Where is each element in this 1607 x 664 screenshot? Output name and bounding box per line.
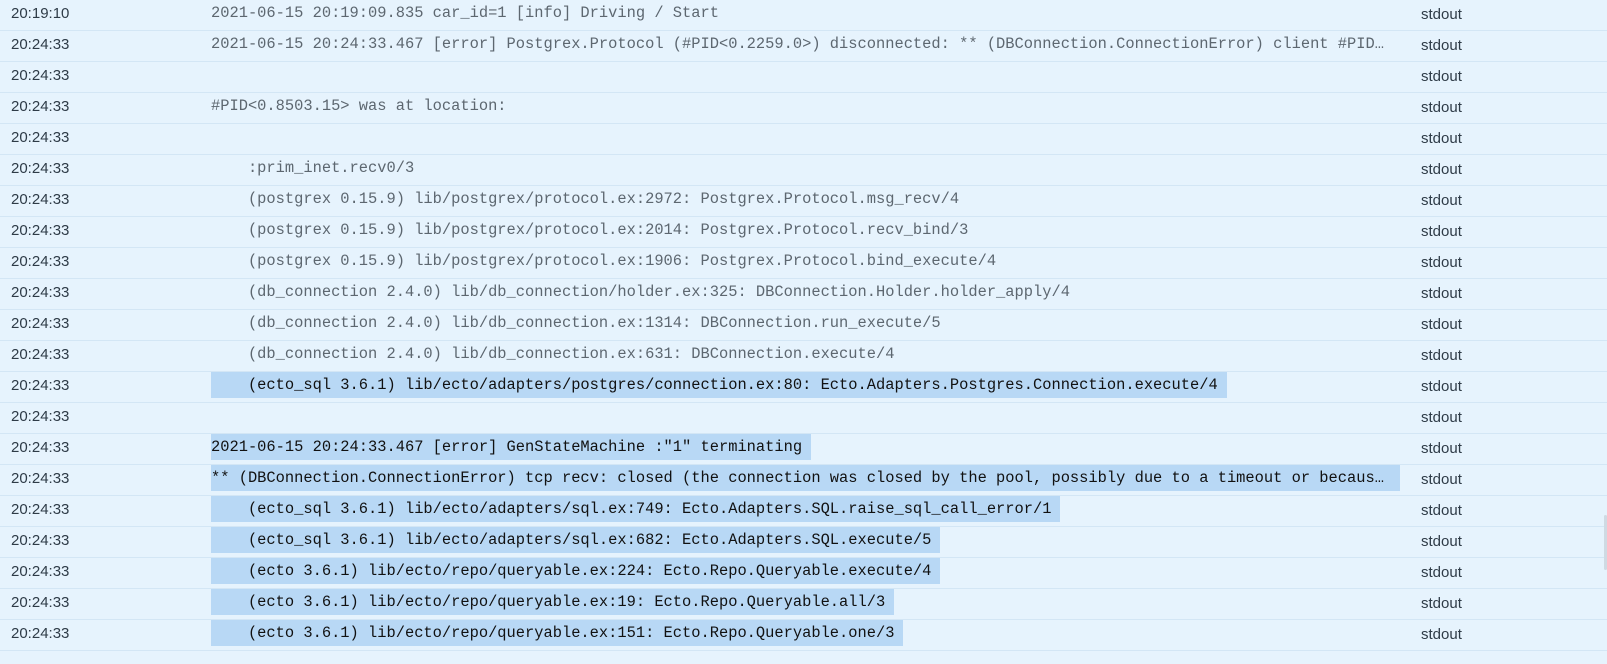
log-timestamp: 20:24:33 xyxy=(11,501,70,518)
log-timestamp: 20:24:33 xyxy=(11,253,70,270)
log-message[interactable]: (db_connection 2.4.0) lib/db_connection/… xyxy=(211,279,1070,305)
log-rows: 20:19:10 2021-06-15 20:19:09.835 car_id=1… xyxy=(0,0,1607,664)
log-row[interactable]: 20:24:33 (postgrex 0.15.9) lib/postgrex/… xyxy=(0,186,1607,217)
log-source: stdout xyxy=(1421,68,1462,85)
log-source: stdout xyxy=(1421,192,1462,209)
log-message[interactable]: (db_connection 2.4.0) lib/db_connection.… xyxy=(211,341,895,367)
log-timestamp: 20:24:33 xyxy=(11,377,70,394)
log-source: stdout xyxy=(1421,285,1462,302)
log-row[interactable]: 20:24:33 (db_connection 2.4.0) lib/db_co… xyxy=(0,279,1607,310)
log-timestamp: 20:24:33 xyxy=(11,222,70,239)
log-source: stdout xyxy=(1421,409,1462,426)
log-timestamp: 20:24:33 xyxy=(11,625,70,642)
log-source: stdout xyxy=(1421,471,1462,488)
log-row[interactable]: 20:24:33 (ecto_sql 3.6.1) lib/ecto/adapt… xyxy=(0,527,1607,558)
log-message[interactable]: (ecto_sql 3.6.1) lib/ecto/adapters/postg… xyxy=(211,372,1227,398)
log-row[interactable]: 20:24:33 stdout xyxy=(0,62,1607,93)
log-row[interactable]: 20:24:33 :prim_inet.recv0/3 stdout xyxy=(0,155,1607,186)
log-message[interactable]: (ecto 3.6.1) lib/ecto/repo/queryable.ex:… xyxy=(211,589,895,615)
log-timestamp: 20:24:33 xyxy=(11,284,70,301)
log-message[interactable]: (postgrex 0.15.9) lib/postgrex/protocol.… xyxy=(211,248,996,274)
log-message[interactable]: (ecto_sql 3.6.1) lib/ecto/adapters/sql.e… xyxy=(211,527,941,553)
log-message[interactable]: #PID<0.8503.15> was at location: xyxy=(211,93,507,119)
log-source: stdout xyxy=(1421,440,1462,457)
log-timestamp: 20:24:33 xyxy=(11,594,70,611)
log-timestamp: 20:24:33 xyxy=(11,67,70,84)
log-row[interactable]: 20:24:33 (ecto 3.6.1) lib/ecto/repo/quer… xyxy=(0,558,1607,589)
log-row[interactable]: 20:24:33 (ecto 3.6.1) lib/ecto/repo/quer… xyxy=(0,589,1607,620)
log-message[interactable]: (ecto 3.6.1) lib/ecto/repo/queryable.ex:… xyxy=(211,558,941,584)
log-row[interactable]: 20:24:33 ** (DBConnection.ConnectionError… xyxy=(0,465,1607,496)
log-row[interactable]: 20:24:33 2021-06-15 20:24:33.467 [error] … xyxy=(0,31,1607,62)
log-timestamp: 20:24:33 xyxy=(11,36,70,53)
log-row[interactable]: 20:24:33 (ecto 3.6.1) lib/ecto/repo/quer… xyxy=(0,620,1607,651)
log-message[interactable]: :prim_inet.recv0/3 xyxy=(211,155,414,181)
log-row[interactable]: 20:24:33 (postgrex 0.15.9) lib/postgrex/… xyxy=(0,217,1607,248)
log-source: stdout xyxy=(1421,37,1462,54)
log-message[interactable]: (db_connection 2.4.0) lib/db_connection.… xyxy=(211,310,941,336)
log-timestamp: 20:19:10 xyxy=(11,5,70,22)
log-row[interactable]: 20:24:33 (postgrex 0.15.9) lib/postgrex/… xyxy=(0,248,1607,279)
log-source: stdout xyxy=(1421,161,1462,178)
log-message[interactable]: (postgrex 0.15.9) lib/postgrex/protocol.… xyxy=(211,186,959,212)
log-source: stdout xyxy=(1421,378,1462,395)
log-message[interactable]: 2021-06-15 20:19:09.835 car_id=1 [info] … xyxy=(211,0,719,26)
log-source: stdout xyxy=(1421,595,1462,612)
log-source: stdout xyxy=(1421,626,1462,643)
log-source: stdout xyxy=(1421,564,1462,581)
log-source: stdout xyxy=(1421,316,1462,333)
log-timestamp: 20:24:33 xyxy=(11,470,70,487)
log-viewer[interactable]: 20:19:10 2021-06-15 20:19:09.835 car_id=1… xyxy=(0,0,1607,664)
log-row[interactable]: 20:24:33 #PID<0.8503.15> was at location:… xyxy=(0,93,1607,124)
log-timestamp: 20:24:33 xyxy=(11,563,70,580)
log-row[interactable]: 20:24:33 (ecto_sql 3.6.1) lib/ecto/adapt… xyxy=(0,372,1607,403)
log-row[interactable]: 20:24:33 stdout xyxy=(0,124,1607,155)
log-message[interactable]: (ecto_sql 3.6.1) lib/ecto/adapters/sql.e… xyxy=(211,496,1061,522)
log-row[interactable] xyxy=(0,651,1607,664)
log-row[interactable]: 20:24:33 (db_connection 2.4.0) lib/db_co… xyxy=(0,341,1607,372)
log-timestamp: 20:24:33 xyxy=(11,532,70,549)
log-row[interactable]: 20:24:33 2021-06-15 20:24:33.467 [error] … xyxy=(0,434,1607,465)
log-timestamp: 20:24:33 xyxy=(11,160,70,177)
log-source: stdout xyxy=(1421,254,1462,271)
log-timestamp: 20:24:33 xyxy=(11,98,70,115)
log-message[interactable]: 2021-06-15 20:24:33.467 [error] GenState… xyxy=(211,434,812,460)
log-row[interactable]: 20:24:33 stdout xyxy=(0,403,1607,434)
log-source: stdout xyxy=(1421,223,1462,240)
log-timestamp: 20:24:33 xyxy=(11,408,70,425)
log-message[interactable]: ** (DBConnection.ConnectionError) tcp re… xyxy=(211,465,1400,491)
log-timestamp: 20:24:33 xyxy=(11,191,70,208)
log-row[interactable]: 20:24:33 (db_connection 2.4.0) lib/db_co… xyxy=(0,310,1607,341)
log-source: stdout xyxy=(1421,502,1462,519)
log-source: stdout xyxy=(1421,130,1462,147)
log-message[interactable]: (postgrex 0.15.9) lib/postgrex/protocol.… xyxy=(211,217,968,243)
log-source: stdout xyxy=(1421,99,1462,116)
log-source: stdout xyxy=(1421,533,1462,550)
log-timestamp: 20:24:33 xyxy=(11,129,70,146)
log-row[interactable]: 20:24:33 (ecto_sql 3.6.1) lib/ecto/adapt… xyxy=(0,496,1607,527)
log-source: stdout xyxy=(1421,347,1462,364)
log-timestamp: 20:24:33 xyxy=(11,346,70,363)
log-timestamp: 20:24:33 xyxy=(11,439,70,456)
log-timestamp: 20:24:33 xyxy=(11,315,70,332)
log-message[interactable]: (ecto 3.6.1) lib/ecto/repo/queryable.ex:… xyxy=(211,620,904,646)
log-row[interactable]: 20:19:10 2021-06-15 20:19:09.835 car_id=1… xyxy=(0,0,1607,31)
log-message[interactable]: 2021-06-15 20:24:33.467 [error] Postgrex… xyxy=(211,31,1391,57)
log-source: stdout xyxy=(1421,6,1462,23)
